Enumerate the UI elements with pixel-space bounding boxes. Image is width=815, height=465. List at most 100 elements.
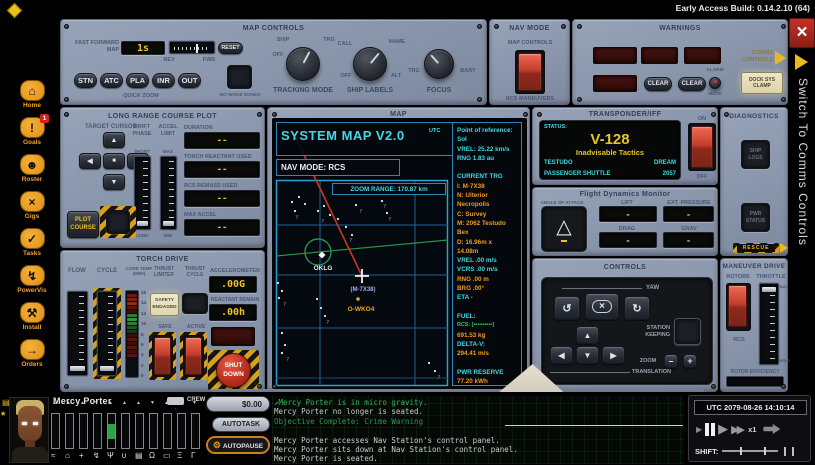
sidebar-item-install[interactable]: ⚒ Install bbox=[4, 302, 60, 331]
mute-label: MUTE bbox=[701, 92, 729, 98]
zoom-out-button[interactable]: – bbox=[664, 354, 678, 368]
sidebar-label-orders: Orders bbox=[4, 361, 60, 368]
crew-portrait[interactable] bbox=[9, 397, 49, 463]
nav-mode-toggle[interactable] bbox=[515, 50, 545, 94]
active-label: ACTIVE bbox=[182, 324, 210, 330]
active-toggle[interactable] bbox=[185, 337, 202, 375]
nav-mode-panel: NAV MODE MAP CONTROLS RCS MANEUVERS bbox=[489, 19, 570, 105]
tasks-icon: ✓ bbox=[20, 228, 45, 249]
zoom-in-button[interactable]: + bbox=[683, 354, 697, 368]
comms-arrow-icon[interactable] bbox=[775, 51, 786, 65]
sidebar-item-orders[interactable]: → Orders bbox=[4, 339, 60, 368]
long-range-panel: LONG RANGE COURSE PLOT TARGET CURSOR ▲ ◀… bbox=[60, 107, 265, 248]
cursor-up-button[interactable]: ▲ bbox=[103, 132, 125, 148]
quick-zoom-atc-button[interactable]: ATC bbox=[100, 73, 123, 88]
yaw-ccw-button[interactable]: ↺ bbox=[554, 296, 580, 320]
no-wake-zones-button[interactable] bbox=[227, 65, 252, 89]
purge-plan-button[interactable] bbox=[106, 210, 130, 234]
cursor-center-button[interactable]: ■ bbox=[103, 153, 125, 169]
status-star-icon: * bbox=[1, 410, 5, 422]
system-map-header: SYSTEM MAP V2.0 bbox=[281, 128, 405, 143]
dock-sys-clamp-button[interactable]: DOCK SYSCLAMP bbox=[741, 72, 783, 94]
shift-control[interactable]: SHIFT: bbox=[695, 444, 807, 458]
yaw-bracket bbox=[562, 288, 642, 289]
autotask-button[interactable]: AUTOTASK bbox=[212, 417, 270, 432]
pause-button[interactable] bbox=[705, 423, 715, 436]
transponder-toggle[interactable] bbox=[688, 123, 716, 171]
step-forward-button[interactable] bbox=[763, 424, 780, 434]
sidebar-item-powervis[interactable]: ↯ PowerVis bbox=[4, 265, 60, 294]
warnings-title: WARNINGS bbox=[573, 25, 787, 32]
sidebar-item-goals[interactable]: ! 1 Goals bbox=[4, 117, 60, 146]
close-button[interactable]: × bbox=[789, 18, 815, 48]
rotors-toggle[interactable] bbox=[726, 283, 751, 331]
comms-switch-arrow-icon[interactable] bbox=[795, 54, 808, 70]
rotors-rocker[interactable] bbox=[728, 285, 747, 327]
money-button[interactable]: $0.00 bbox=[206, 396, 270, 412]
alarm-mute-switch[interactable] bbox=[709, 77, 721, 89]
quick-zoom-out-button[interactable]: OUT bbox=[178, 73, 201, 88]
shutdown-button[interactable]: SHUTDOWN bbox=[216, 353, 251, 388]
maneuver-drive-title: MANEUVER DRIVE bbox=[721, 263, 787, 270]
play-button[interactable]: ▶ bbox=[718, 421, 728, 437]
stat-furniture-icon: ▭ bbox=[163, 451, 171, 460]
reset-button[interactable]: RESET bbox=[218, 42, 243, 54]
stat-food-icon: Ψ bbox=[107, 451, 114, 460]
translate-left-button[interactable]: ◀ bbox=[550, 346, 573, 364]
install-icon: ⚒ bbox=[20, 302, 45, 323]
clear-button-2[interactable]: CLEAR bbox=[678, 77, 706, 91]
safe-toggle[interactable] bbox=[154, 337, 171, 375]
sidebar-item-tasks[interactable]: ✓ Tasks bbox=[4, 228, 60, 257]
safety-engaged-button[interactable]: SAFETYENGAGED bbox=[150, 293, 179, 316]
gigs-icon: × bbox=[20, 191, 45, 212]
translate-up-button[interactable]: ▲ bbox=[576, 326, 599, 344]
stop-x-icon: × bbox=[592, 300, 612, 313]
sidebar-item-home[interactable]: ⌂ Home bbox=[4, 80, 60, 109]
tracking-mode-knob[interactable] bbox=[286, 47, 320, 81]
quick-zoom-pla-button[interactable]: PLA bbox=[126, 73, 149, 88]
play-slow-button[interactable]: ▶ bbox=[696, 425, 702, 434]
throttle-slider[interactable] bbox=[759, 283, 779, 365]
nav-mode-rocker[interactable] bbox=[518, 53, 542, 91]
map-speed-slider[interactable] bbox=[169, 41, 215, 54]
other-contact-dot[interactable] bbox=[356, 297, 360, 301]
quick-zoom-inr-button[interactable]: INR bbox=[152, 73, 175, 88]
shift-slider-track[interactable] bbox=[722, 450, 778, 452]
transponder-rocker[interactable] bbox=[691, 126, 713, 168]
svg-text:?: ? bbox=[326, 320, 329, 326]
clear-button-1[interactable]: CLEAR bbox=[644, 77, 672, 91]
ship-labels-knob[interactable] bbox=[353, 47, 387, 81]
warning-lamp bbox=[641, 47, 678, 64]
autopause-button[interactable]: ⚙AUTOPAUSE bbox=[206, 436, 270, 454]
yaw-cw-button[interactable]: ↻ bbox=[624, 296, 650, 320]
fast-forward-button[interactable]: ▶▶ bbox=[731, 423, 742, 436]
quick-zoom-stn-button[interactable]: STN bbox=[74, 73, 97, 88]
station-keeping-button[interactable] bbox=[674, 318, 701, 345]
thrust-cycle-button[interactable] bbox=[182, 293, 208, 314]
transponder-on-label: ON bbox=[689, 116, 715, 123]
sidebar-item-roster[interactable]: ☻ Roster bbox=[4, 154, 60, 183]
transponder-dream-label: DREAM bbox=[654, 160, 676, 166]
focus-knob[interactable] bbox=[424, 49, 454, 79]
cursor-left-button[interactable]: ◀ bbox=[79, 153, 101, 169]
lift-display: - bbox=[599, 206, 657, 222]
translate-down-button[interactable]: ▼ bbox=[576, 346, 599, 364]
throttle-max-label: MAX bbox=[777, 285, 791, 290]
cycle-slider[interactable] bbox=[97, 291, 117, 376]
pwr-status-button[interactable]: PWRSTATUS bbox=[741, 203, 770, 232]
sidebar-label-powervis: PowerVis bbox=[4, 287, 60, 294]
flow-slider[interactable] bbox=[67, 291, 88, 376]
drift-phase-slider[interactable] bbox=[134, 156, 151, 230]
down-icon: ▼ bbox=[111, 179, 118, 186]
ship-logs-button[interactable]: SHIPLOGS bbox=[741, 140, 770, 169]
yaw-stop-button[interactable]: × bbox=[585, 293, 619, 320]
translate-right-button[interactable]: ▶ bbox=[602, 346, 625, 364]
slider-handle[interactable] bbox=[196, 44, 198, 53]
other-contact-label: O-WKO4 bbox=[348, 306, 375, 313]
maneuver-drive-panel: MANEUVER DRIVE ROTORS THROTTLE RCS MAX Z… bbox=[720, 258, 788, 392]
plot-course-button[interactable]: PLOTCOURSE bbox=[67, 211, 99, 238]
sidebar-item-gigs[interactable]: × Gigs bbox=[4, 191, 60, 220]
switch-to-comms-label[interactable]: Switch To Comms Controls bbox=[796, 78, 810, 390]
cursor-down-button[interactable]: ▼ bbox=[103, 174, 125, 190]
accel-limit-slider[interactable] bbox=[160, 156, 177, 230]
